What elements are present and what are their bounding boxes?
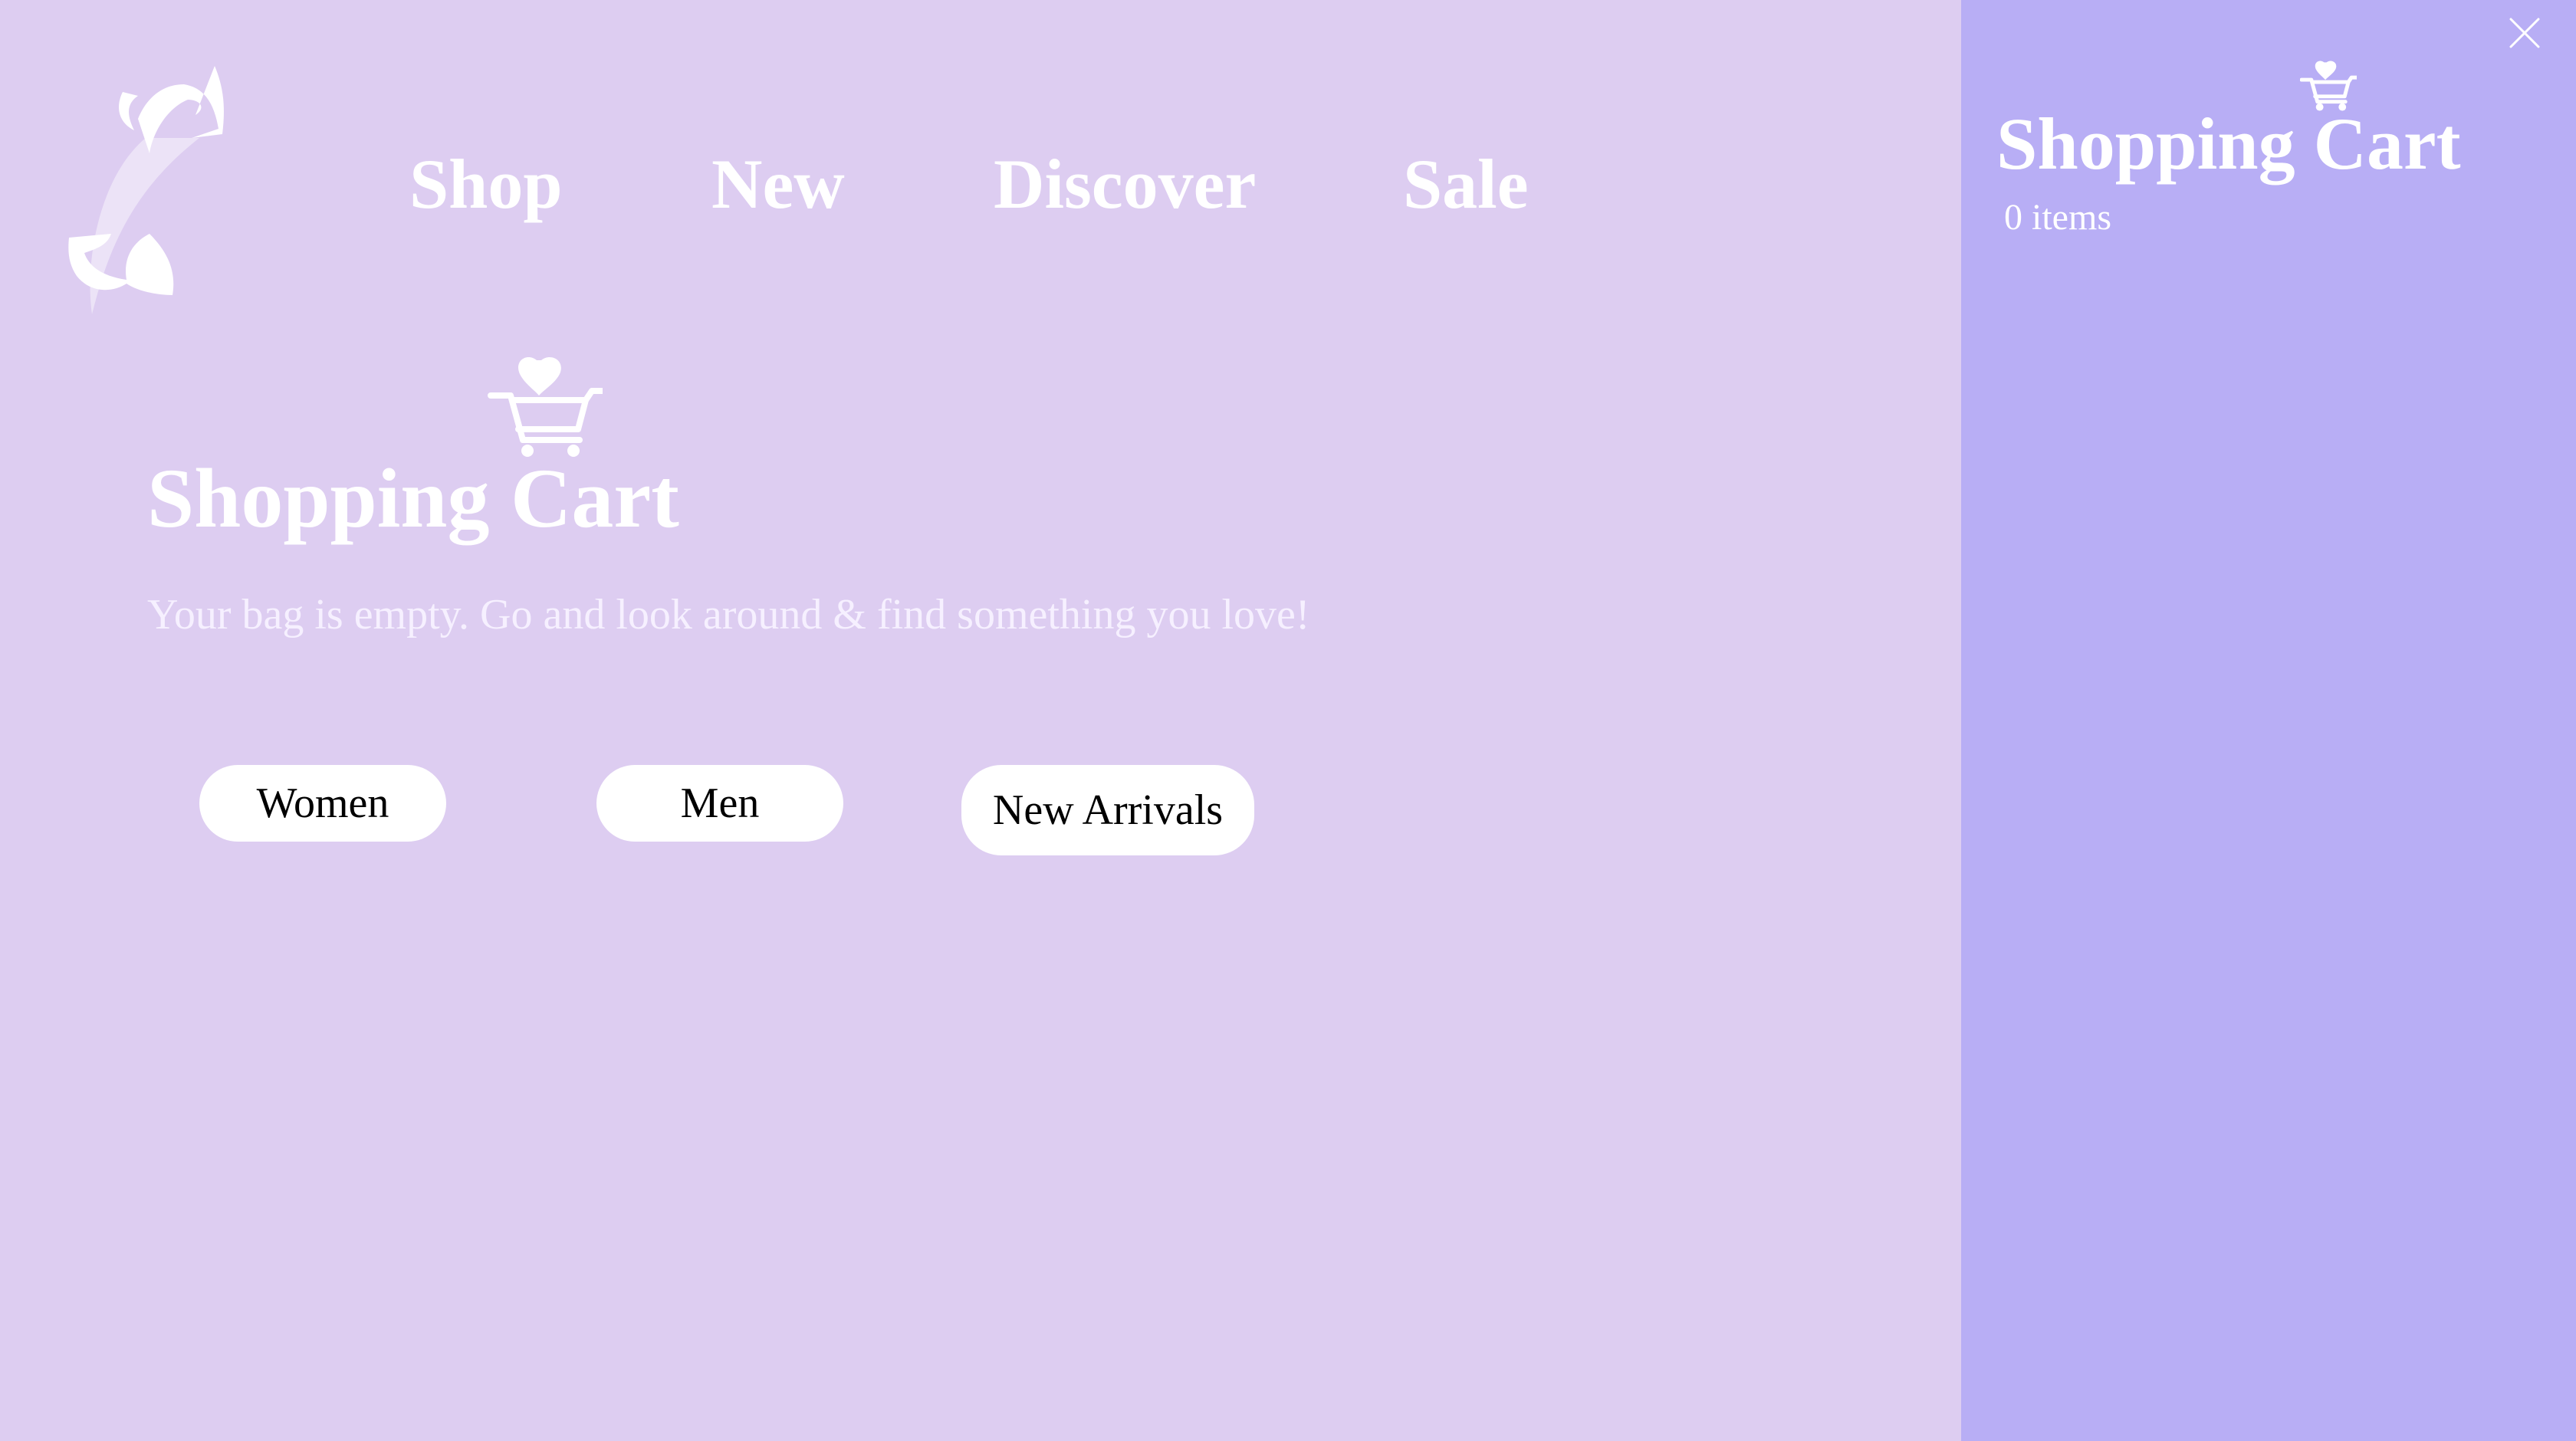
close-icon[interactable]	[2509, 17, 2541, 49]
cart-panel-title: Shopping Cart	[1996, 103, 2461, 185]
empty-cart-message: Your bag is empty. Go and look around & …	[147, 591, 1310, 638]
heart-cart-icon	[488, 357, 603, 457]
men-button[interactable]: Men	[596, 765, 843, 842]
page-title: Shopping Cart	[147, 451, 679, 545]
nav-sale[interactable]: Sale	[1403, 142, 1529, 226]
women-button[interactable]: Women	[199, 765, 446, 842]
nav-new[interactable]: New	[711, 142, 845, 226]
new-arrivals-button[interactable]: New Arrivals	[961, 765, 1254, 855]
brand-logo[interactable]	[61, 61, 230, 322]
nav-shop[interactable]: Shop	[409, 142, 563, 226]
nav-discover[interactable]: Discover	[994, 142, 1256, 226]
cart-item-count: 0 items	[2004, 197, 2111, 238]
